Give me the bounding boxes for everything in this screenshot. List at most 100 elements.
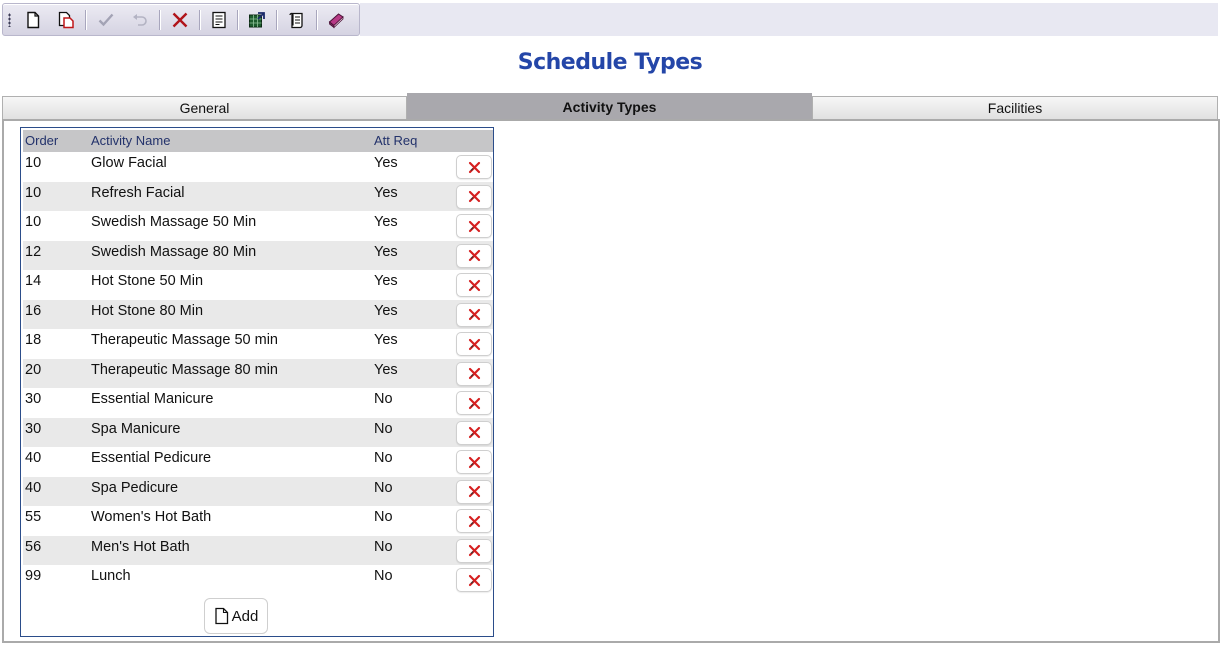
delete-row-button[interactable] [456, 243, 492, 268]
table-row[interactable]: 16 Hot Stone 80 Min Yes [23, 299, 493, 329]
toolbar-strip [360, 3, 1218, 36]
activity-name-cell: Therapeutic Massage 50 min [91, 332, 278, 348]
order-cell: 55 [25, 509, 42, 525]
tab-facilities[interactable]: Facilities [812, 96, 1218, 120]
new-document-icon [214, 607, 228, 625]
delete-row-button[interactable] [456, 155, 492, 179]
tab-bar: General Activity Types Facilities [2, 93, 1218, 120]
tab-activity-types[interactable]: Activity Types [407, 93, 812, 120]
delete-x-icon [468, 338, 480, 350]
table-row[interactable]: 40 Spa Pedicure No [23, 476, 493, 506]
delete-row-button[interactable] [456, 332, 492, 356]
column-header-activity-name[interactable]: Activity Name [91, 133, 170, 148]
activity-name-cell: Women's Hot Bath [91, 509, 212, 525]
delete-x-icon[interactable] [169, 9, 191, 31]
page-title: Schedule Types [517, 50, 703, 75]
order-cell: 40 [25, 479, 42, 496]
att-req-cell: No [374, 391, 393, 407]
toolbar-grip[interactable] [8, 13, 11, 27]
table-row[interactable]: 12 Swedish Massage 80 Min Yes [23, 240, 493, 270]
activity-name-cell: Spa Manicure [91, 420, 181, 437]
scroll-icon[interactable] [286, 9, 308, 31]
att-req-cell: No [374, 538, 393, 555]
activity-name-cell: Hot Stone 50 Min [91, 273, 204, 289]
delete-row-button[interactable] [456, 568, 492, 592]
order-cell: 10 [25, 184, 42, 201]
order-cell: 30 [25, 420, 42, 437]
activity-name-cell: Hot Stone 80 Min [91, 302, 204, 319]
att-req-cell: No [374, 450, 393, 466]
att-req-cell: No [374, 509, 393, 525]
delete-x-icon [468, 515, 480, 527]
activity-types-grid: Order Activity Name Att Req 10 Glow Facia… [20, 127, 494, 637]
att-req-cell: Yes [374, 184, 398, 201]
att-req-cell: Yes [374, 243, 398, 260]
table-row[interactable]: 30 Essential Manicure No [23, 388, 493, 418]
activity-name-cell: Refresh Facial [91, 184, 185, 201]
att-req-cell: No [374, 479, 393, 496]
att-req-cell: No [374, 568, 393, 584]
delete-row-button[interactable] [456, 420, 492, 445]
table-row[interactable]: 14 Hot Stone 50 Min Yes [23, 270, 493, 300]
add-button[interactable]: Add [204, 598, 268, 634]
order-cell: 12 [25, 243, 42, 260]
new-document-icon[interactable] [22, 9, 44, 31]
activity-name-cell: Men's Hot Bath [91, 538, 190, 555]
undo-icon [129, 9, 151, 31]
delete-x-icon [468, 574, 480, 586]
activity-name-cell: Spa Pedicure [91, 479, 179, 496]
att-req-cell: Yes [374, 302, 398, 319]
att-req-cell: Yes [374, 273, 398, 289]
tab-general[interactable]: General [2, 96, 407, 120]
order-cell: 99 [25, 568, 42, 584]
delete-row-button[interactable] [456, 450, 492, 474]
activity-name-cell: Lunch [91, 568, 131, 584]
activity-name-cell: Swedish Massage 50 Min [91, 214, 257, 230]
delete-row-button[interactable] [456, 361, 492, 386]
order-cell: 14 [25, 273, 42, 289]
table-row[interactable]: 10 Glow Facial Yes [23, 152, 493, 182]
att-req-cell: No [374, 420, 393, 437]
delete-x-icon [468, 485, 480, 498]
copy-document-icon[interactable] [55, 9, 77, 31]
delete-row-button[interactable] [456, 302, 492, 327]
table-row[interactable]: 30 Spa Manicure No [23, 417, 493, 447]
delete-row-button[interactable] [456, 184, 492, 209]
delete-x-icon [468, 544, 480, 557]
delete-x-icon [468, 367, 480, 380]
activity-name-cell: Essential Manicure [91, 391, 214, 407]
order-cell: 16 [25, 302, 42, 319]
att-req-cell: Yes [374, 155, 398, 171]
toolbar [2, 3, 360, 36]
delete-x-icon [468, 426, 480, 439]
table-row[interactable]: 40 Essential Pedicure No [23, 447, 493, 477]
table-row[interactable]: 18 Therapeutic Massage 50 min Yes [23, 329, 493, 359]
table-row[interactable]: 55 Women's Hot Bath No [23, 506, 493, 536]
delete-row-button[interactable] [456, 273, 492, 297]
report-icon[interactable] [208, 9, 230, 31]
column-header-order[interactable]: Order [25, 133, 58, 148]
delete-row-button[interactable] [456, 509, 492, 533]
table-row[interactable]: 99 Lunch No [23, 565, 493, 595]
activity-name-cell: Glow Facial [91, 155, 167, 171]
table-row[interactable]: 56 Men's Hot Bath No [23, 535, 493, 565]
help-book-icon[interactable] [325, 9, 347, 31]
delete-row-button[interactable] [456, 391, 492, 415]
att-req-cell: Yes [374, 332, 398, 348]
delete-row-button[interactable] [456, 214, 492, 238]
activity-name-cell: Therapeutic Massage 80 min [91, 361, 278, 378]
order-cell: 10 [25, 155, 42, 171]
table-row[interactable]: 20 Therapeutic Massage 80 min Yes [23, 358, 493, 388]
table-row[interactable]: 10 Refresh Facial Yes [23, 181, 493, 211]
delete-x-icon [468, 220, 480, 232]
column-header-att-req[interactable]: Att Req [374, 133, 417, 148]
delete-x-icon [468, 308, 480, 321]
add-button-label: Add [231, 607, 259, 625]
order-cell: 10 [25, 214, 42, 230]
activity-name-cell: Swedish Massage 80 Min [91, 243, 257, 260]
export-icon[interactable] [246, 9, 268, 31]
order-cell: 20 [25, 361, 42, 378]
delete-row-button[interactable] [456, 479, 492, 504]
delete-row-button[interactable] [456, 538, 492, 563]
table-row[interactable]: 10 Swedish Massage 50 Min Yes [23, 211, 493, 241]
